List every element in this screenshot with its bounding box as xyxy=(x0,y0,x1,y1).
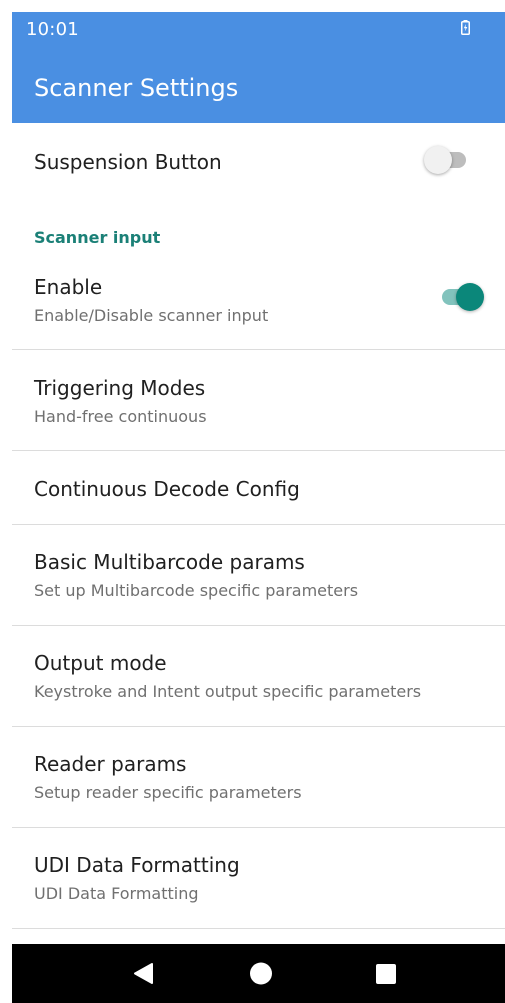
enable-row[interactable]: Enable Enable/Disable scanner input xyxy=(12,259,505,349)
triggering-modes-title: Triggering Modes xyxy=(34,376,206,400)
switch-thumb xyxy=(456,283,484,311)
udi-data-formatting-subtitle: UDI Data Formatting xyxy=(34,884,199,903)
basic-multibarcode-params-row[interactable]: Basic Multibarcode params Set up Multiba… xyxy=(12,525,505,625)
output-mode-title: Output mode xyxy=(34,651,167,675)
udi-data-formatting-row[interactable]: UDI Data Formatting UDI Data Formatting xyxy=(12,828,505,928)
reader-params-title: Reader params xyxy=(34,752,187,776)
divider xyxy=(12,928,505,929)
basic-multibarcode-params-title: Basic Multibarcode params xyxy=(34,550,305,574)
continuous-decode-config-row[interactable]: Continuous Decode Config xyxy=(12,451,505,524)
enable-title: Enable xyxy=(34,275,103,299)
output-mode-subtitle: Keystroke and Intent output specific par… xyxy=(34,682,422,701)
suspension-button-switch[interactable] xyxy=(424,144,474,176)
home-circle-icon xyxy=(250,962,272,985)
nav-recents-button[interactable] xyxy=(351,944,421,1003)
basic-multibarcode-params-subtitle: Set up Multibarcode specific parameters xyxy=(34,581,359,600)
back-triangle-icon xyxy=(134,963,153,984)
page-title: Scanner Settings xyxy=(34,74,239,102)
navigation-bar xyxy=(12,944,505,1003)
recents-square-icon xyxy=(376,964,396,984)
suspension-button-row[interactable]: Suspension Button xyxy=(12,123,505,219)
enable-switch[interactable] xyxy=(436,281,486,313)
triggering-modes-subtitle: Hand-free continuous xyxy=(34,407,207,426)
screen: 10:01 Scanner Settings Suspension Button… xyxy=(12,12,505,1003)
section-header-scanner-input: Scanner input xyxy=(34,228,161,247)
reader-params-row[interactable]: Reader params Setup reader specific para… xyxy=(12,727,505,827)
nav-home-button[interactable] xyxy=(226,944,296,1003)
nav-back-button[interactable] xyxy=(110,944,180,1003)
udi-data-formatting-title: UDI Data Formatting xyxy=(34,853,240,877)
status-time: 10:01 xyxy=(26,19,79,40)
enable-subtitle: Enable/Disable scanner input xyxy=(34,306,269,325)
app-bar: 10:01 Scanner Settings xyxy=(12,12,505,123)
triggering-modes-row[interactable]: Triggering Modes Hand-free continuous xyxy=(12,350,505,450)
switch-thumb xyxy=(424,146,452,174)
continuous-decode-config-title: Continuous Decode Config xyxy=(34,477,300,501)
reader-params-subtitle: Setup reader specific parameters xyxy=(34,783,302,802)
suspension-button-title: Suspension Button xyxy=(34,150,222,174)
battery-charging-icon xyxy=(461,20,470,35)
output-mode-row[interactable]: Output mode Keystroke and Intent output … xyxy=(12,626,505,726)
